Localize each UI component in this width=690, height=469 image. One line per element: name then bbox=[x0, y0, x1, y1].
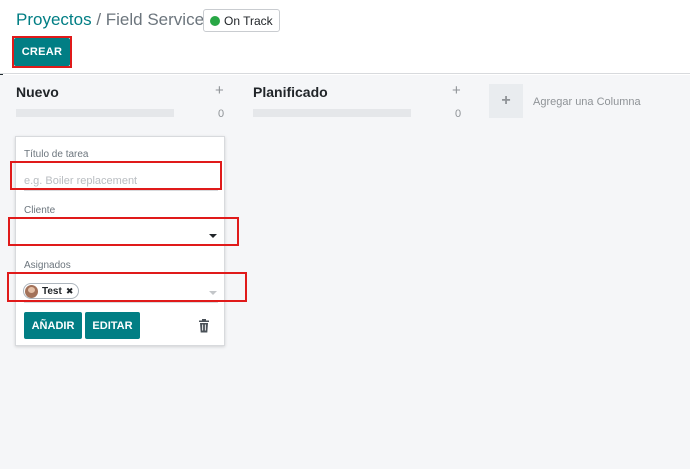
column-count-planificado: 0 bbox=[455, 108, 462, 120]
plus-icon: + bbox=[501, 92, 511, 109]
add-column-label[interactable]: Agregar una Columna bbox=[533, 96, 641, 108]
assignees-label: Asignados bbox=[24, 260, 71, 271]
add-column-button[interactable]: + bbox=[489, 84, 523, 118]
column-count-nuevo: 0 bbox=[218, 108, 225, 120]
column-progress-bar-planificado[interactable] bbox=[253, 109, 411, 117]
plus-icon[interactable]: + bbox=[452, 82, 461, 99]
status-button[interactable]: On Track bbox=[203, 9, 280, 32]
breadcrumb-projects-link[interactable]: Proyectos bbox=[16, 10, 92, 29]
breadcrumb-current: Field Service bbox=[105, 10, 205, 29]
client-label: Cliente bbox=[24, 205, 56, 216]
status-label: On Track bbox=[224, 13, 273, 28]
edit-button[interactable]: EDITAR bbox=[85, 312, 140, 339]
breadcrumb: Proyectos / Field Service bbox=[16, 10, 204, 30]
column-title-planificado[interactable]: Planificado bbox=[253, 84, 328, 100]
client-highlight bbox=[8, 217, 239, 246]
trash-icon[interactable] bbox=[198, 319, 210, 333]
control-panel: Proyectos / Field Service On Track CREAR bbox=[0, 0, 690, 74]
task-title-highlight bbox=[10, 161, 222, 190]
assignees-highlight bbox=[7, 272, 247, 302]
add-button[interactable]: AÑADIR bbox=[24, 312, 82, 339]
create-button-highlight bbox=[12, 36, 72, 68]
column-title-nuevo[interactable]: Nuevo bbox=[16, 84, 59, 100]
breadcrumb-separator: / bbox=[91, 10, 106, 29]
column-progress-bar-nuevo[interactable] bbox=[16, 109, 174, 117]
task-title-label: Título de tarea bbox=[24, 149, 89, 160]
plus-icon[interactable]: + bbox=[215, 82, 224, 99]
status-dot-icon bbox=[210, 15, 220, 26]
